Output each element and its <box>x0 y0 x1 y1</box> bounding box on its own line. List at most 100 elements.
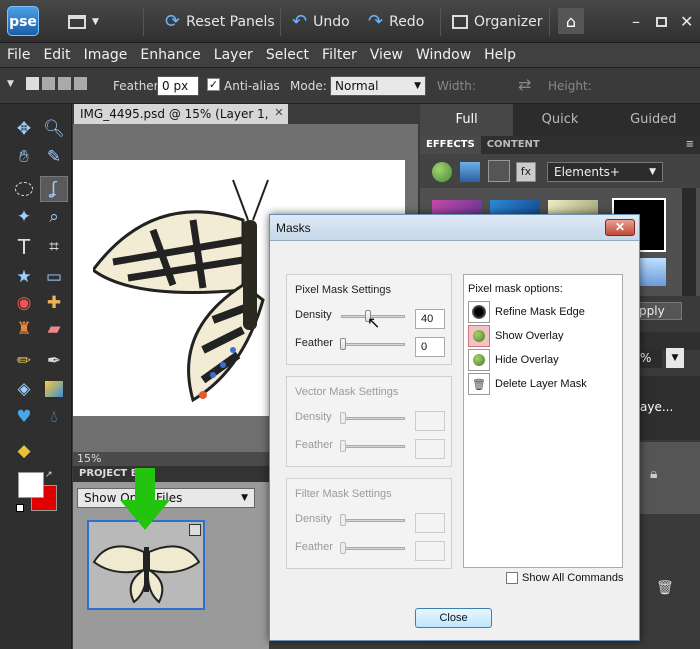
pixel-feather-slider[interactable] <box>340 338 405 350</box>
show-all-commands[interactable]: Show All Commands <box>506 572 624 584</box>
panel-menu-icon[interactable]: ≡ <box>680 136 700 154</box>
minimize-button[interactable]: – <box>632 0 640 43</box>
brush-tool-icon[interactable]: ✒︎ <box>40 348 68 374</box>
filter-density-slider-thumb <box>340 514 346 526</box>
zoom-tool-icon[interactable]: 🔍︎ <box>40 116 68 142</box>
menu-image[interactable]: Image <box>77 47 134 63</box>
show-all-commands-checkbox[interactable] <box>506 572 518 584</box>
red-eye-tool-icon[interactable]: ◉ <box>10 290 38 316</box>
vector-mask-title: Vector Mask Settings <box>295 386 399 398</box>
tab-effects[interactable]: EFFECTS <box>420 136 481 154</box>
pixel-mask-options-title: Pixel mask options: <box>468 283 563 295</box>
delete-layer-mask-option[interactable]: 🗑︎ Delete Layer Mask <box>468 373 587 395</box>
type-tool-icon[interactable]: T <box>10 234 38 260</box>
menu-filter[interactable]: Filter <box>315 47 363 63</box>
menu-enhance[interactable]: Enhance <box>133 47 206 63</box>
dialog-title-bar[interactable]: Masks ✕ <box>270 215 639 241</box>
clone-stamp-tool-icon[interactable]: ♜ <box>10 316 38 342</box>
document-tab[interactable]: IMG_4495.psd @ 15% (Layer 1, RGB/8) * <box>74 104 288 141</box>
image-thumbnail[interactable] <box>87 520 205 610</box>
blur-tool-icon[interactable]: 💧︎ <box>40 404 68 430</box>
menu-help[interactable]: Help <box>477 47 522 63</box>
shape-tool-icon[interactable]: ★ <box>10 264 38 290</box>
filter-density-label: Density <box>295 513 332 525</box>
close-button[interactable]: Close <box>415 608 492 628</box>
pencil-tool-icon[interactable]: ✏︎ <box>10 348 38 374</box>
organizer-icon <box>452 14 468 29</box>
tab-full[interactable]: Full <box>420 104 514 136</box>
apply-button-partial[interactable]: pply <box>634 302 682 320</box>
sponge-tool-icon[interactable]: ◆ <box>10 438 38 464</box>
refine-mask-edge-option[interactable]: Refine Mask Edge <box>468 301 585 323</box>
menu-edit[interactable]: Edit <box>36 47 76 63</box>
workspace-layout-button[interactable]: ▼ <box>68 0 99 43</box>
tab-content[interactable]: CONTENT <box>481 136 546 154</box>
chevron-down-icon: ▼ <box>92 16 99 27</box>
mode-select[interactable]: Normal ▼ <box>330 76 426 96</box>
vector-feather-slider <box>340 440 405 452</box>
artwork-icon[interactable] <box>432 162 452 182</box>
options-menu-icon[interactable]: ▼ <box>7 79 14 89</box>
lasso-tool-icon[interactable]: ʆ <box>40 176 68 202</box>
effect-thumbnail[interactable] <box>638 258 666 286</box>
menu-view[interactable]: View <box>363 47 409 63</box>
tab-quick[interactable]: Quick <box>513 104 606 136</box>
lock-icon: 🔒︎ <box>650 466 658 482</box>
crop-tool-icon[interactable]: ⌗ <box>40 234 68 260</box>
paint-bucket-tool-icon[interactable]: ◈ <box>10 376 38 402</box>
antialias-checkbox[interactable]: ✓ <box>207 78 220 91</box>
layer-styles-icon[interactable] <box>460 162 480 182</box>
refine-mask-edge-label: Refine Mask Edge <box>495 306 585 318</box>
close-icon: ✕ <box>680 12 694 31</box>
pixel-feather-input[interactable]: 0 <box>415 337 445 357</box>
close-app-button[interactable]: ✕ <box>680 0 693 43</box>
pixel-feather-slider-thumb[interactable] <box>340 338 346 350</box>
reset-panels-button[interactable]: ⟳ Reset Panels <box>165 0 275 43</box>
recompose-tool-icon[interactable]: ▭ <box>40 264 68 290</box>
menu-layer[interactable]: Layer <box>207 47 259 63</box>
photo-effects-icon[interactable] <box>488 160 510 182</box>
layer-row[interactable]: 🔒︎ <box>640 442 700 514</box>
gradient-tool-icon[interactable] <box>40 376 68 402</box>
hand-tool-icon[interactable]: ✋︎ <box>10 144 38 170</box>
default-colors-icon[interactable] <box>16 504 24 512</box>
maximize-button[interactable] <box>656 0 667 43</box>
smart-brush-tool-icon[interactable]: ♥ <box>10 404 38 430</box>
top-bar: pse ▼ ⟳ Reset Panels ↶ Undo ↷ Redo Organ… <box>0 0 700 43</box>
butterfly-thumbnail-image <box>89 522 203 608</box>
show-overlay-option[interactable]: Show Overlay <box>468 325 563 347</box>
swap-colors-icon[interactable]: ↗ <box>45 470 53 480</box>
effects-select[interactable]: Elements+ ▼ <box>547 162 663 182</box>
close-document-icon[interactable]: ✕ <box>272 106 286 120</box>
hide-overlay-option[interactable]: Hide Overlay <box>468 349 559 371</box>
selection-mode-icons[interactable] <box>26 77 94 93</box>
undo-button[interactable]: ↶ Undo <box>292 0 350 43</box>
delete-layer-icon[interactable]: 🗑︎ <box>656 580 674 596</box>
opacity-dropdown[interactable]: ▼ <box>666 348 684 368</box>
foreground-color-swatch[interactable] <box>18 472 44 498</box>
move-tool-icon[interactable]: ✥ <box>10 116 38 142</box>
magic-wand-tool-icon[interactable]: ✦ <box>10 204 38 230</box>
menu-window[interactable]: Window <box>409 47 477 63</box>
filters-icon[interactable]: fx <box>516 162 536 182</box>
swap-icon[interactable]: ⇄ <box>518 75 531 94</box>
organizer-button[interactable]: Organizer <box>452 0 542 43</box>
marquee-tool-icon[interactable] <box>10 176 38 202</box>
pixel-density-input[interactable]: 40 <box>415 309 445 329</box>
selection-brush-tool-icon[interactable]: ⌕ <box>40 204 68 230</box>
hide-overlay-icon <box>468 349 490 371</box>
tools-panel: ✥ 🔍︎ ✋︎ ✎ ʆ ✦ ⌕ T ⌗ ★ ▭ ◉ ✚ ♜ ▰ ✏︎ ✒︎ ◈ … <box>0 104 72 649</box>
opacity-field-partial[interactable]: % <box>640 348 662 368</box>
dialog-close-button[interactable]: ✕ <box>605 219 635 236</box>
layer-row[interactable]: aye... <box>640 376 700 440</box>
healing-brush-tool-icon[interactable]: ✚ <box>40 290 68 316</box>
feather-input[interactable]: 0 px <box>157 76 199 96</box>
redo-button[interactable]: ↷ Redo <box>368 0 424 43</box>
home-button[interactable]: ⌂ <box>558 8 584 34</box>
menu-select[interactable]: Select <box>259 47 315 63</box>
menu-file[interactable]: File <box>0 47 36 63</box>
scrollbar[interactable] <box>682 188 696 296</box>
tab-guided[interactable]: Guided <box>607 104 700 136</box>
eyedropper-tool-icon[interactable]: ✎ <box>40 144 68 170</box>
eraser-tool-icon[interactable]: ▰ <box>40 316 68 342</box>
